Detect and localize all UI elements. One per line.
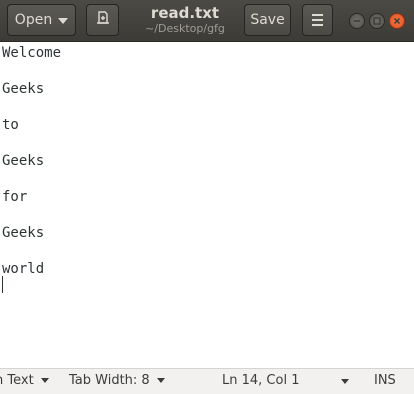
close-button[interactable] [389,13,405,29]
header-bar: Open read.txt ~/Desktop/gfg Save [0,0,414,42]
close-icon [393,17,401,25]
cursor-position-selector[interactable]: Ln 14, Col 1 [222,373,299,388]
hamburger-menu-button[interactable] [302,4,333,36]
minimize-button[interactable] [349,13,365,29]
chevron-down-icon [40,378,49,383]
insert-mode-indicator: INS [374,373,396,388]
text-line: for [2,189,28,205]
text-line: Welcome [2,45,62,61]
text-line: world [2,261,45,277]
hamburger-menu-icon [312,14,323,16]
text-editor-area[interactable]: Welcome Geeks to Geeks for Geeks world [0,42,414,368]
text-editor-window: Open read.txt ~/Desktop/gfg Save Welcome… [0,0,414,394]
text-line: to [2,117,19,133]
language-selector[interactable]: n Text [0,373,49,388]
text-line: Geeks [2,153,45,169]
window-title: read.txt ~/Desktop/gfg [135,4,235,36]
minimize-icon [354,20,360,22]
chevron-down-icon[interactable] [341,379,349,384]
open-button[interactable]: Open [7,4,76,36]
text-cursor [2,276,3,293]
new-document-button[interactable] [86,4,119,36]
chevron-down-icon [58,18,69,24]
maximize-icon [373,17,381,25]
new-document-icon [95,10,111,30]
document-title: read.txt [150,4,220,22]
status-bar: n Text Tab Width: 8 Ln 14, Col 1 INS [0,368,414,394]
maximize-button[interactable] [369,13,385,29]
tab-width-label: Tab Width: 8 [69,373,150,388]
language-label: n Text [0,373,34,388]
hamburger-menu-icon-bar [312,19,323,21]
open-button-label: Open [14,12,53,28]
hamburger-menu-icon-bar [312,24,323,26]
chevron-down-icon [156,378,165,383]
save-button-label: Save [250,12,285,28]
insert-mode-label: INS [374,373,396,388]
text-line: Geeks [2,225,45,241]
text-line: Geeks [2,81,45,97]
save-button[interactable]: Save [244,4,291,36]
cursor-position-label: Ln 14, Col 1 [222,373,300,388]
document-path: ~/Desktop/gfg [145,22,225,35]
tab-width-selector[interactable]: Tab Width: 8 [69,373,165,388]
